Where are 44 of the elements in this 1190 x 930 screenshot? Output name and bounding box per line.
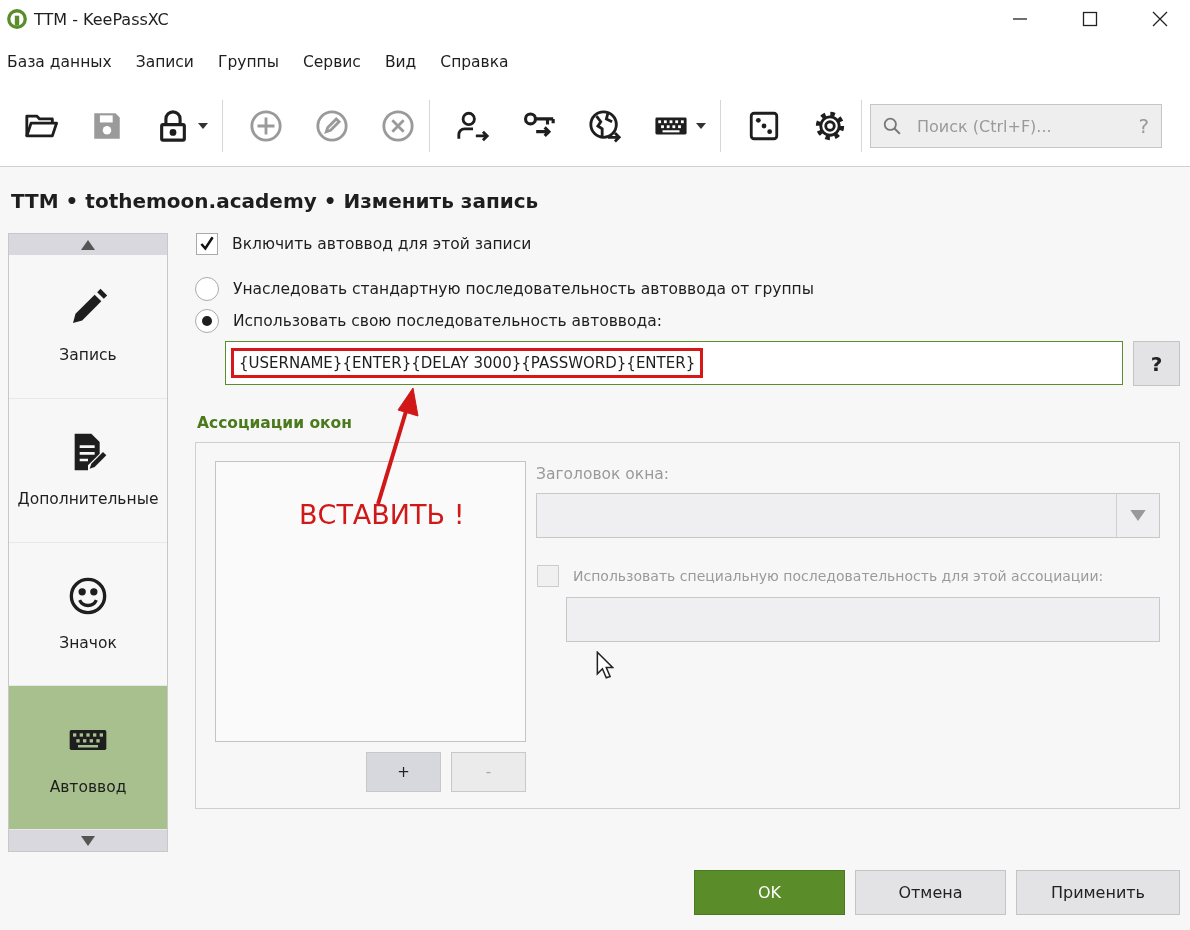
sequence-input[interactable] (566, 597, 1160, 642)
field-value: {USERNAME}{ENTER}{DELAY 3000}{PASSWORD}{ENTER} (239, 354, 696, 372)
radio-button[interactable] (195, 309, 219, 333)
page-heading: TTM • tothemoon.academy • Изменить запись (11, 189, 540, 215)
menu-item[interactable]: Сервис (302, 53, 361, 71)
mouse-cursor-icon (596, 651, 614, 679)
radio-label[interactable]: Использовать свою последовательность автоввода: (233, 312, 662, 330)
dialog-button[interactable]: OK (694, 870, 845, 915)
checkbox[interactable] (196, 233, 218, 255)
dialog-button[interactable]: Применить (1016, 870, 1180, 915)
caret-icon[interactable] (198, 123, 208, 129)
menu-item[interactable]: База данных (7, 53, 112, 71)
radio-label[interactable]: Унаследовать стандартную последовательность автоввода от группы (233, 280, 814, 298)
sidebar-item[interactable]: Дополнительные (9, 398, 167, 543)
field-label: Заголовок окна: (536, 465, 671, 483)
scroll-up-button[interactable] (9, 234, 167, 255)
radio-button[interactable] (195, 277, 219, 301)
close-icon[interactable] (1152, 11, 1168, 27)
caret-icon[interactable] (696, 123, 706, 129)
checkmark-icon (198, 235, 216, 253)
sidebar-item[interactable]: Запись (9, 255, 167, 399)
sidebar-item[interactable]: Автоввод (9, 686, 167, 830)
menu-item[interactable]: Записи (135, 53, 194, 71)
annotation-text: ВСТАВИТЬ ! (299, 499, 465, 530)
maximize-icon[interactable] (1082, 11, 1098, 27)
dialog-button[interactable]: Отмена (855, 870, 1006, 915)
scroll-down-button[interactable] (9, 830, 167, 851)
window-title: TTM - KeePassXC (34, 9, 169, 29)
menu-item[interactable]: Справка (440, 53, 509, 71)
up-arrow-icon (81, 239, 95, 250)
section-title: Ассоциации окон (197, 414, 353, 432)
sidebar-item[interactable]: Значок (9, 542, 167, 687)
down-arrow-icon (81, 835, 95, 846)
checkbox[interactable] (537, 565, 559, 587)
app-logo-icon (6, 8, 28, 30)
add-button[interactable]: + (366, 752, 441, 792)
smiley-icon (68, 575, 108, 616)
menu-item[interactable]: Вид (384, 53, 417, 71)
caret-icon (1130, 510, 1146, 521)
menu-item[interactable]: Группы (217, 53, 279, 71)
sequence-field[interactable]: {USERNAME}{ENTER}{DELAY 3000}{PASSWORD}{ENTER} (225, 341, 1123, 385)
checkbox-label[interactable]: Включить автоввод для этой записи (232, 235, 532, 253)
help-button[interactable]: ? (1133, 341, 1180, 386)
search-icon (883, 117, 901, 135)
